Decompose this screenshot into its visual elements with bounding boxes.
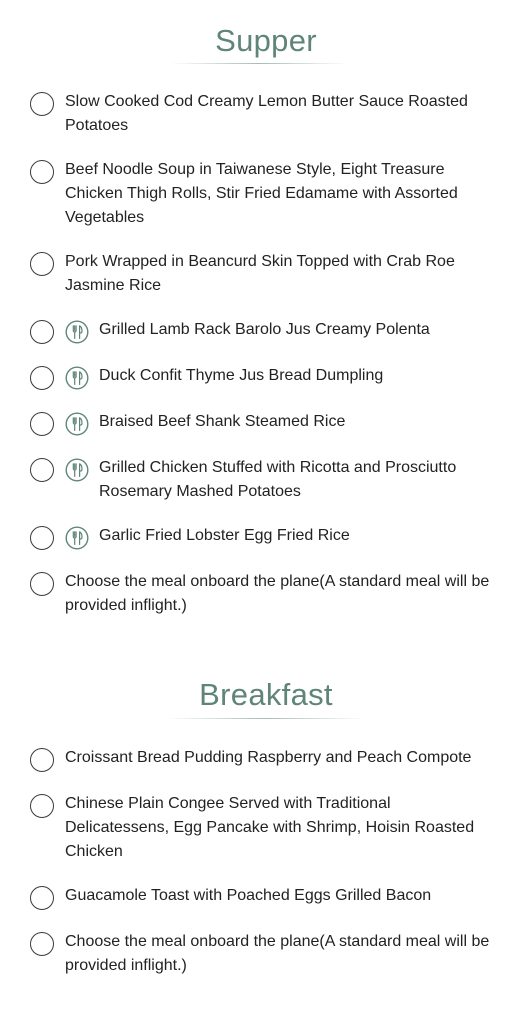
fork-knife-icon xyxy=(65,320,89,344)
breakfast-options-list: Croissant Bread Pudding Raspberry and Pe… xyxy=(0,746,532,998)
meal-option-label: Guacamole Toast with Poached Eggs Grille… xyxy=(65,887,432,904)
section-title-breakfast: Breakfast xyxy=(199,677,333,712)
meal-option[interactable]: Choose the meal onboard the plane(A stan… xyxy=(0,570,532,618)
radio-button[interactable] xyxy=(30,458,54,482)
meal-option-label: Grilled Lamb Rack Barolo Jus Creamy Pole… xyxy=(99,321,430,338)
meal-option-label: Choose the meal onboard the plane(A stan… xyxy=(65,573,490,614)
meal-option[interactable]: Grilled Chicken Stuffed with Ricotta and… xyxy=(0,456,532,504)
meal-option-label: Garlic Fried Lobster Egg Fried Rice xyxy=(99,527,350,544)
fork-knife-icon xyxy=(65,412,89,436)
meal-option[interactable]: Pork Wrapped in Beancurd Skin Topped wit… xyxy=(0,250,532,298)
radio-button[interactable] xyxy=(30,572,54,596)
meal-option-label: Duck Confit Thyme Jus Bread Dumpling xyxy=(99,367,384,384)
meal-option[interactable]: Duck Confit Thyme Jus Bread Dumpling xyxy=(0,364,532,390)
meal-option[interactable]: Slow Cooked Cod Creamy Lemon Butter Sauc… xyxy=(0,90,532,138)
meal-option-label: Beef Noodle Soup in Taiwanese Style, Eig… xyxy=(65,161,458,226)
title-underline xyxy=(166,718,366,719)
supper-section: Supper Slow Cooked Cod Creamy Lemon Butt… xyxy=(0,18,532,614)
meal-option[interactable]: Croissant Bread Pudding Raspberry and Pe… xyxy=(0,746,532,772)
meal-option[interactable]: Grilled Lamb Rack Barolo Jus Creamy Pole… xyxy=(0,318,532,344)
meal-option-label: Slow Cooked Cod Creamy Lemon Butter Sauc… xyxy=(65,93,468,134)
supper-options-list: Slow Cooked Cod Creamy Lemon Butter Sauc… xyxy=(0,90,532,638)
meal-option-label: Choose the meal onboard the plane(A stan… xyxy=(65,933,490,974)
fork-knife-icon xyxy=(65,458,89,482)
radio-button[interactable] xyxy=(30,92,54,116)
meal-option[interactable]: Choose the meal onboard the plane(A stan… xyxy=(0,930,532,978)
meal-option[interactable]: Garlic Fried Lobster Egg Fried Rice xyxy=(0,524,532,550)
meal-option-label: Pork Wrapped in Beancurd Skin Topped wit… xyxy=(65,253,455,294)
meal-option[interactable]: Chinese Plain Congee Served with Traditi… xyxy=(0,792,532,864)
radio-button[interactable] xyxy=(30,932,54,956)
meal-option[interactable]: Guacamole Toast with Poached Eggs Grille… xyxy=(0,884,532,910)
meal-option-label: Chinese Plain Congee Served with Traditi… xyxy=(65,795,475,860)
meal-option[interactable]: Beef Noodle Soup in Taiwanese Style, Eig… xyxy=(0,158,532,230)
meal-option-label: Grilled Chicken Stuffed with Ricotta and… xyxy=(99,459,457,500)
radio-button[interactable] xyxy=(30,526,54,550)
radio-button[interactable] xyxy=(30,366,54,390)
radio-button[interactable] xyxy=(30,320,54,344)
fork-knife-icon xyxy=(65,366,89,390)
radio-button[interactable] xyxy=(30,794,54,818)
radio-button[interactable] xyxy=(30,412,54,436)
meal-option-label: Braised Beef Shank Steamed Rice xyxy=(99,413,346,430)
breakfast-section: Breakfast Croissant Bread Pudding Raspbe… xyxy=(0,672,532,974)
radio-button[interactable] xyxy=(30,160,54,184)
section-title-supper: Supper xyxy=(215,23,317,58)
fork-knife-icon xyxy=(65,526,89,550)
meal-option-label: Croissant Bread Pudding Raspberry and Pe… xyxy=(65,749,472,766)
title-underline xyxy=(170,63,348,64)
radio-button[interactable] xyxy=(30,252,54,276)
radio-button[interactable] xyxy=(30,886,54,910)
radio-button[interactable] xyxy=(30,748,54,772)
meal-selection-page: Supper Slow Cooked Cod Creamy Lemon Butt… xyxy=(0,0,532,1028)
meal-option[interactable]: Braised Beef Shank Steamed Rice xyxy=(0,410,532,436)
